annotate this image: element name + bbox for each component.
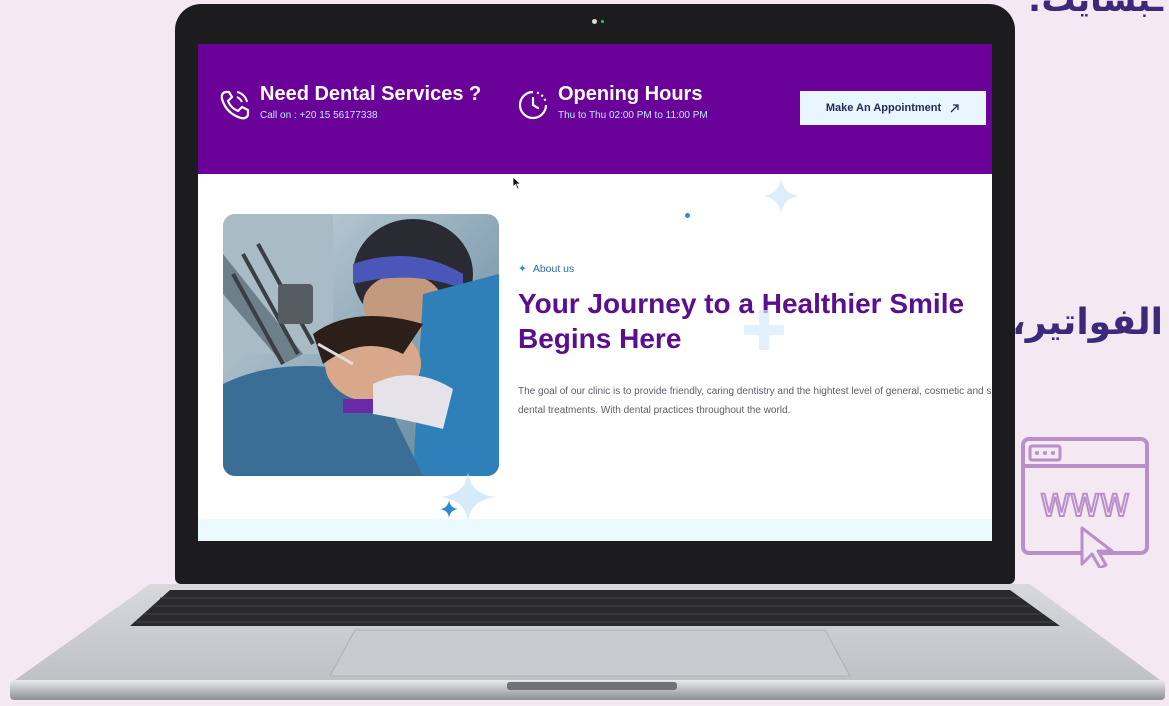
clock-icon [518,90,548,120]
dot-decoration [685,213,690,218]
services-phone[interactable]: Call on : +20 15 56177338 [260,110,481,121]
arabic-heading-mid: الفواتير، [1012,302,1163,343]
laptop-keyboard-base [10,584,1165,700]
about-paragraph: The goal of our clinic is to provide fri… [518,386,992,416]
contact-bar: Need Dental Services ? Call on : +20 15 … [198,44,992,174]
appointment-label: Make An Appointment [825,102,942,114]
heading-line-2: Begins Here [518,323,682,354]
make-appointment-button[interactable]: Make An Appointment [800,91,986,125]
website-icon: WWW [1021,437,1149,568]
arrow-up-right-icon [950,103,959,112]
phone-icon [220,90,250,120]
opening-hours-block: Opening Hours Thu to Thu 02:00 PM to 11:… [516,82,708,122]
about-tag-label: About us [532,263,575,275]
dental-services-block: Need Dental Services ? Call on : +20 15 … [218,82,481,122]
sparkle-small-icon [440,500,458,518]
dentist-patient-photo [223,214,499,476]
webcam [592,19,597,24]
mouse-cursor-icon [512,176,522,190]
webcam-led [601,20,604,23]
hours-text: Thu to Thu 02:00 PM to 11:00 PM [558,110,708,121]
arabic-heading-top: ـبسايت: [1027,0,1163,20]
sparkle-icon [763,178,799,214]
about-tag: ✦ About us [518,263,574,275]
heading-line-1: Your Journey to a Healthier Smile [518,288,965,319]
laptop-screen: Need Dental Services ? Call on : +20 15 … [198,44,992,541]
sparkle-icon: ✦ [518,263,527,275]
next-section-strip [198,519,992,541]
www-text: WWW [1041,489,1130,524]
plus-decoration-icon [744,310,784,350]
services-title: Need Dental Services ? [260,83,482,105]
hours-title: Opening Hours [558,83,703,105]
